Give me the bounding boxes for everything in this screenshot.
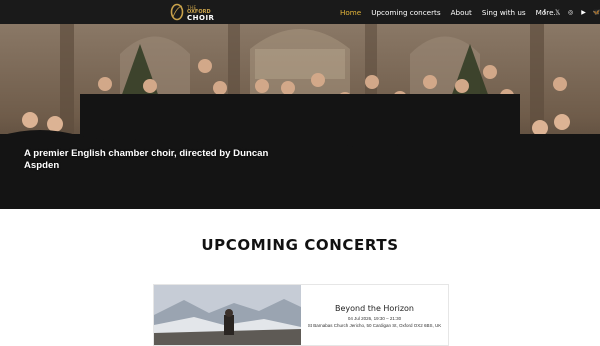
- nav-item-sing-with-us[interactable]: Sing with us: [482, 8, 526, 17]
- bluesky-icon[interactable]: 🦋: [593, 9, 600, 16]
- concert-card[interactable]: Beyond the Horizon 04 Jul 2026, 19:30 – …: [153, 284, 449, 346]
- concert-details: Beyond the Horizon 04 Jul 2026, 19:30 – …: [301, 285, 448, 345]
- top-navigation-bar: THE OXFORD CHOIR Home Upcoming concerts …: [0, 0, 600, 24]
- x-icon[interactable]: 𝕏: [554, 9, 561, 16]
- nav-item-home[interactable]: Home: [340, 8, 361, 17]
- concert-image: [154, 285, 301, 345]
- concert-venue: St Barnabas Church Jericho, 50 Cardigan …: [307, 323, 442, 328]
- concert-datetime: 04 Jul 2026, 19:30 – 21:30: [347, 316, 402, 321]
- instagram-icon[interactable]: ◎: [567, 9, 574, 16]
- hero-caption: A premier English chamber choir, directe…: [24, 148, 269, 171]
- youtube-icon[interactable]: ▶: [580, 9, 587, 16]
- nav-item-upcoming-concerts[interactable]: Upcoming concerts: [371, 8, 440, 17]
- hero-banner: A premier English chamber choir, directe…: [0, 24, 600, 209]
- facebook-icon[interactable]: f: [541, 9, 548, 16]
- social-links: f 𝕏 ◎ ▶ 🦋: [541, 0, 600, 24]
- choir-group-photo: [0, 24, 600, 209]
- site-logo[interactable]: THE OXFORD CHOIR: [170, 3, 216, 22]
- nav-item-about[interactable]: About: [451, 8, 472, 17]
- main-menu: Home Upcoming concerts About Sing with u…: [340, 0, 570, 24]
- upcoming-concerts-heading: UPCOMING CONCERTS: [201, 236, 399, 254]
- logo-emblem-icon: [170, 3, 184, 21]
- concert-title[interactable]: Beyond the Horizon: [301, 304, 448, 313]
- concert-painting: [154, 285, 301, 345]
- logo-text-choir: CHOIR: [187, 14, 215, 22]
